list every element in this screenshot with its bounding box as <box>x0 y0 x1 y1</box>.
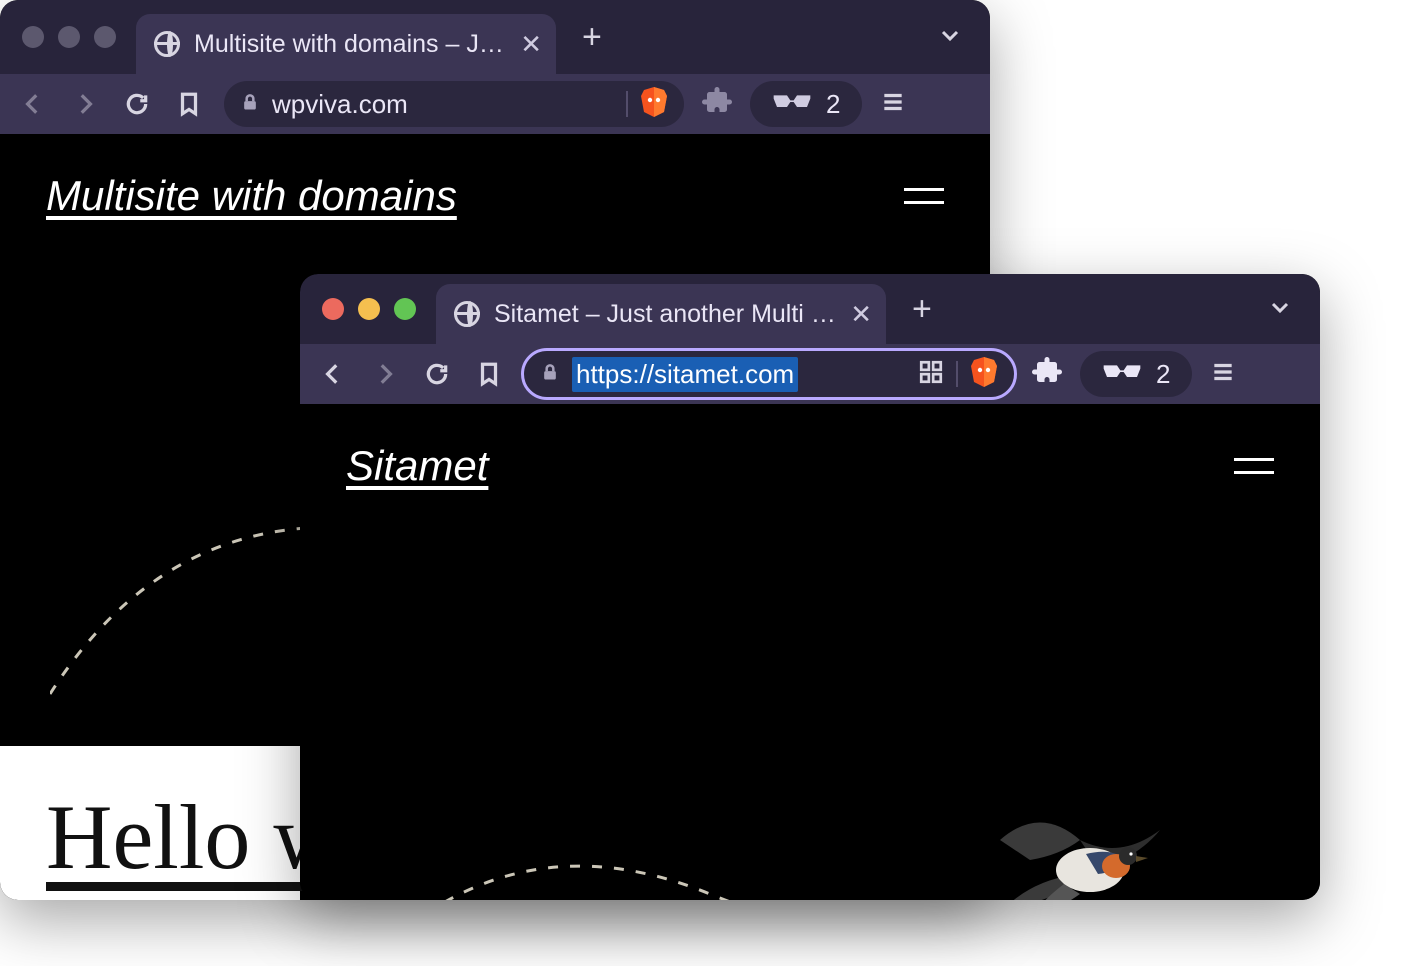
site-title-link[interactable]: Sitamet <box>346 442 488 490</box>
qr-icon[interactable] <box>918 359 944 390</box>
tab-dropdown-button[interactable] <box>1268 295 1292 324</box>
dashed-curve <box>330 704 1320 900</box>
maximize-window-dot[interactable] <box>94 26 116 48</box>
glasses-icon <box>1102 361 1142 388</box>
bird-illustration <box>990 800 1170 900</box>
extensions-button[interactable] <box>702 87 732 122</box>
bookmark-button[interactable] <box>172 87 206 121</box>
new-tab-button[interactable]: + <box>582 18 602 57</box>
site-menu-button[interactable] <box>1234 458 1274 474</box>
url-bar[interactable]: https://sitamet.com <box>524 351 1014 397</box>
site-menu-button[interactable] <box>904 188 944 204</box>
close-window-dot[interactable] <box>322 298 344 320</box>
extensions-button[interactable] <box>1032 357 1062 392</box>
globe-icon <box>454 301 480 327</box>
tab-title: Sitamet – Just another Multi do <box>494 300 836 329</box>
reload-button[interactable] <box>420 357 454 391</box>
tab-dropdown-button[interactable] <box>938 23 962 52</box>
url-text: https://sitamet.com <box>572 357 798 392</box>
traffic-lights <box>22 26 116 48</box>
bookmark-button[interactable] <box>472 357 506 391</box>
minimize-window-dot[interactable] <box>58 26 80 48</box>
traffic-lights <box>322 298 416 320</box>
site-header: Multisite with domains <box>0 134 990 220</box>
brave-icon[interactable] <box>640 86 668 123</box>
shields-count: 2 <box>1156 359 1170 390</box>
site-header: Sitamet <box>300 404 1320 490</box>
browser-tab[interactable]: Sitamet – Just another Multi do ✕ <box>436 284 886 344</box>
shields-button[interactable]: 2 <box>1080 351 1192 397</box>
forward-button[interactable] <box>368 357 402 391</box>
tab-title: Multisite with domains – Just an <box>194 30 506 59</box>
close-window-dot[interactable] <box>22 26 44 48</box>
glasses-icon <box>772 91 812 118</box>
browser-window-2: Sitamet – Just another Multi do ✕ + http… <box>300 274 1320 900</box>
browser-tab[interactable]: Multisite with domains – Just an ✕ <box>136 14 556 74</box>
address-bar: wpviva.com 2 <box>0 74 990 134</box>
menu-button[interactable] <box>880 89 906 120</box>
site-title-link[interactable]: Multisite with domains <box>46 172 457 220</box>
lock-icon <box>240 92 260 117</box>
titlebar: Multisite with domains – Just an ✕ + <box>0 0 990 74</box>
shields-count: 2 <box>826 89 840 120</box>
shields-button[interactable]: 2 <box>750 81 862 127</box>
address-bar: https://sitamet.com 2 <box>300 344 1320 404</box>
url-bar[interactable]: wpviva.com <box>224 81 684 127</box>
lock-icon <box>540 362 560 387</box>
url-text: wpviva.com <box>272 89 408 120</box>
brave-icon[interactable] <box>970 356 998 393</box>
separator <box>956 361 958 387</box>
forward-button[interactable] <box>68 87 102 121</box>
minimize-window-dot[interactable] <box>358 298 380 320</box>
reload-button[interactable] <box>120 87 154 121</box>
maximize-window-dot[interactable] <box>394 298 416 320</box>
back-button[interactable] <box>316 357 350 391</box>
separator <box>626 91 628 117</box>
new-tab-button[interactable]: + <box>912 290 932 329</box>
close-tab-icon[interactable]: ✕ <box>850 301 872 327</box>
close-tab-icon[interactable]: ✕ <box>520 31 542 57</box>
titlebar: Sitamet – Just another Multi do ✕ + <box>300 274 1320 344</box>
globe-icon <box>154 31 180 57</box>
back-button[interactable] <box>16 87 50 121</box>
menu-button[interactable] <box>1210 359 1236 390</box>
